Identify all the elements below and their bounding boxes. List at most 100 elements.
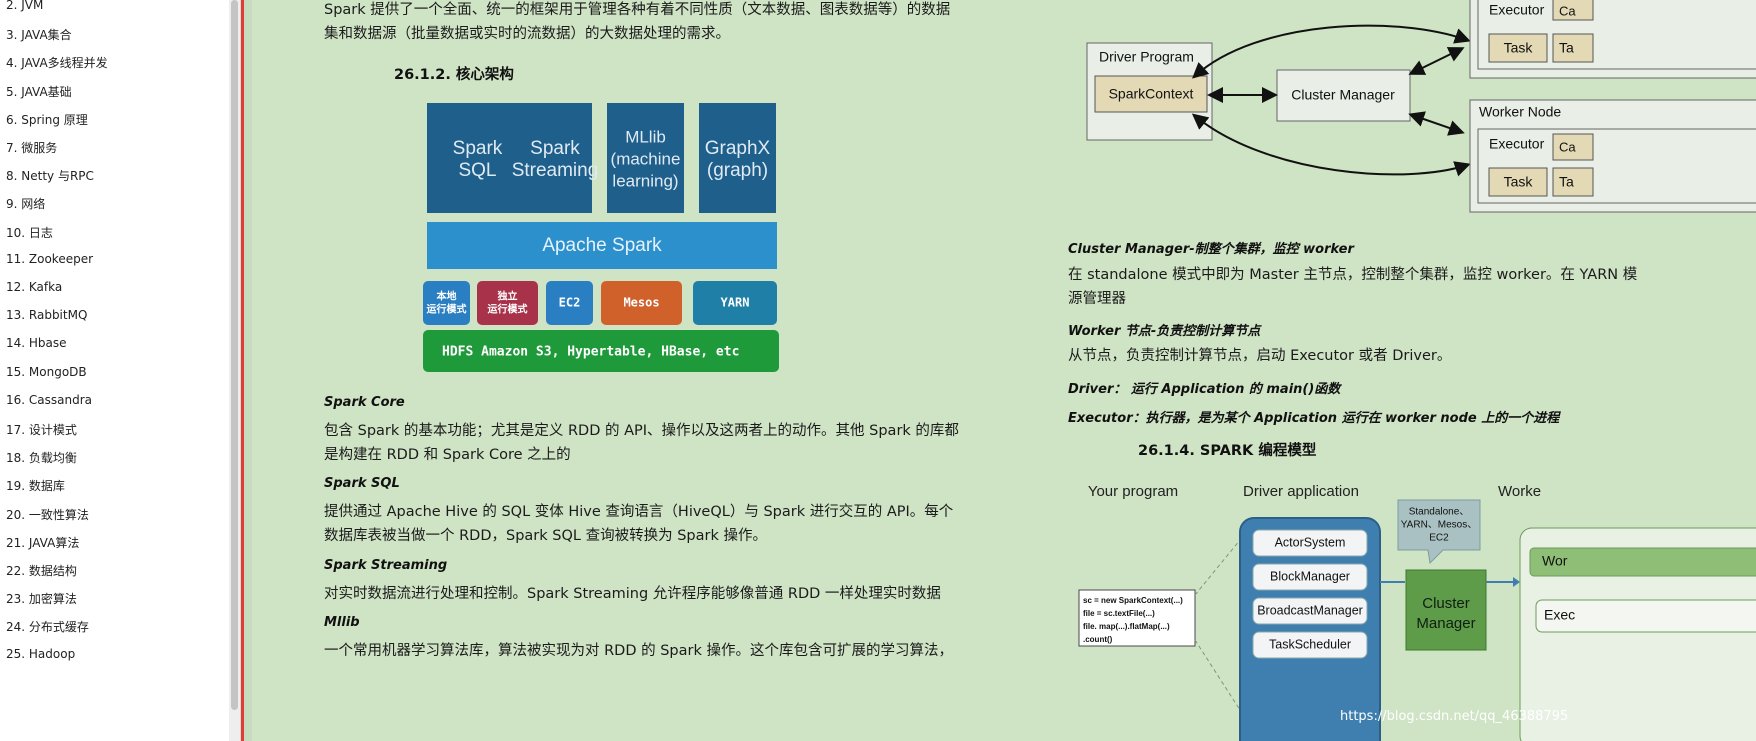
toc-item[interactable]: 15. MongoDB (6, 365, 87, 379)
arrow-head (1513, 577, 1520, 587)
scheduler-label: 独立 (498, 290, 518, 303)
code-line: file = sc.textFile(...) (1083, 609, 1155, 618)
toc-item[interactable]: 2. JVM (6, 0, 43, 12)
toc-item[interactable]: 4. JAVA多线程并发 (6, 54, 108, 71)
worker-node-label: Worker Node (1479, 104, 1561, 120)
driver-line: Driver： 运行 Application 的 main()函数 (1068, 382, 1341, 397)
intro-line-2: 集和数据源（批量数据或实时的流数据）的大数据处理的需求。 (324, 26, 730, 42)
storage-label: HDFS Amazon S3, Hypertable, HBase, etc (442, 345, 739, 360)
mllib-title: Mllib (324, 615, 360, 630)
task-label: Task (1504, 174, 1534, 190)
arrow (1408, 111, 1465, 136)
code-line: file. map(...).flatMap(...) (1083, 622, 1170, 631)
cluster-manager-label: Manager (1416, 615, 1475, 632)
stack-box-label: MLlib (625, 127, 666, 146)
executor-label: Executor (1489, 2, 1545, 18)
cluster-manager-title: Cluster Manager-制整个集群，监控 worker (1068, 242, 1354, 257)
toc-item[interactable]: 18. 负载均衡 (6, 449, 77, 466)
cluster-manager-line-1: 在 standalone 模式中即为 Master 主节点，控制整个集群，监控 … (1068, 267, 1638, 283)
intro-line-1: Spark 提供了一个全面、统一的框架用于管理各种有着不同性质（文本数据、图表数… (324, 2, 951, 18)
driver-component-label: BroadcastManager (1257, 603, 1363, 617)
scheduler-label: 运行模式 (488, 303, 528, 316)
toc-item[interactable]: 21. JAVA算法 (6, 534, 79, 551)
connector (1194, 639, 1241, 711)
apache-spark-label: Apache Spark (542, 235, 662, 256)
worker-item-label: Wor (1542, 553, 1568, 569)
scheduler-label: YARN (721, 296, 750, 310)
driver-component-label: BlockManager (1270, 569, 1350, 583)
cache-label: Ca (1559, 3, 1576, 18)
toc-item[interactable]: 23. 加密算法 (6, 590, 77, 607)
column-header: Worke (1498, 483, 1541, 500)
programming-model-figure: Your program Driver application Worke sc = … (1078, 483, 1756, 741)
toc-item[interactable]: 11. Zookeeper (6, 252, 93, 266)
stack-box-label: (machine (611, 149, 681, 168)
mllib-line-1: 一个常用机器学习算法库，算法被实现为对 RDD 的 Spark 操作。这个库包含… (324, 643, 953, 659)
driver-component-label: TaskScheduler (1269, 637, 1351, 651)
scheduler-label: 本地 (437, 290, 457, 303)
cluster-manager-label: Cluster Manager (1291, 87, 1395, 103)
stack-box-label: (graph) (707, 160, 768, 181)
stack-box-label: learning) (612, 171, 678, 190)
stack-box-label: Streaming (512, 160, 599, 181)
spark-streaming-title: Spark Streaming (324, 558, 448, 573)
spark-core-title: Spark Core (324, 395, 405, 410)
toc-item[interactable]: 8. Netty 与RPC (6, 167, 94, 184)
toc-item[interactable]: 24. 分布式缓存 (6, 618, 89, 635)
note-label: YARN、Mesos、 (1401, 520, 1478, 531)
toc-item[interactable]: 5. JAVA基础 (6, 83, 72, 100)
document-page: Spark 提供了一个全面、统一的框架用于管理各种有着不同性质（文本数据、图表数… (252, 0, 1756, 741)
column-header: Driver application (1243, 483, 1359, 500)
toc-item[interactable]: 9. 网络 (6, 195, 45, 212)
arrow (1191, 113, 1471, 177)
task-label: Ta (1559, 40, 1574, 56)
task-label: Task (1504, 40, 1534, 56)
toc-item[interactable]: 19. 数据库 (6, 477, 65, 494)
toc-item[interactable]: 17. 设计模式 (6, 421, 77, 438)
sidebar-scrollbar-thumb[interactable] (231, 0, 238, 710)
note-label: EC2 (1429, 533, 1449, 544)
spark-context-label: SparkContext (1109, 86, 1194, 102)
connector (1194, 539, 1241, 596)
toc-item[interactable]: 13. RabbitMQ (6, 308, 87, 322)
toc-item[interactable]: 14. Hbase (6, 336, 67, 350)
arrow (1408, 47, 1465, 75)
toc-item[interactable]: 7. 微服务 (6, 139, 57, 156)
cluster-manager-line-2: 源管理器 (1068, 291, 1126, 307)
toc-item[interactable]: 20. 一致性算法 (6, 506, 89, 523)
driver-component-label: ActorSystem (1275, 535, 1346, 549)
toc-item[interactable]: 6. Spring 原理 (6, 111, 88, 128)
toc-sidebar: 2. JVM 3. JAVA集合 4. JAVA多线程并发 5. JAVA基础 6. S… (0, 0, 229, 741)
toc-item[interactable]: 25. Hadoop (6, 647, 75, 661)
spark-core-line-1: 包含 Spark 的基本功能；尤其是定义 RDD 的 API、操作以及这两者上的… (324, 423, 959, 439)
spark-sql-title: Spark SQL (324, 476, 400, 491)
column-header: Your program (1088, 483, 1178, 500)
cache-label: Ca (1559, 139, 1576, 154)
arrow (1192, 24, 1471, 79)
watermark-text: https://blog.csdn.net/qq_46388795 (1340, 709, 1569, 724)
note-label: Standalone、 (1409, 507, 1470, 518)
scheduler-box (423, 281, 470, 325)
stack-box-label: SQL (458, 160, 496, 181)
toc-item[interactable]: 22. 数据结构 (6, 562, 77, 579)
cluster-manager-label: Cluster (1422, 595, 1470, 612)
stack-box-label: GraphX (705, 138, 771, 159)
heading-core-architecture: 26.1.2. 核心架构 (394, 67, 514, 83)
spark-core-line-2: 是构建在 RDD 和 Spark Core 之上的 (324, 447, 571, 463)
scheduler-label: EC2 (559, 296, 581, 310)
spark-stack-figure: SparkSQLSparkStreamingMLlib(machinelearn… (423, 103, 779, 372)
toc-item[interactable]: 3. JAVA集合 (6, 26, 72, 43)
toc-item[interactable]: 12. Kafka (6, 280, 62, 294)
stack-box-label: Spark (453, 138, 503, 159)
heading-programming-model: 26.1.4. SPARK 编程模型 (1138, 443, 1317, 459)
spark-sql-line-2: 数据库表被当做一个 RDD，Spark SQL 查询被转换为 Spark 操作。 (324, 528, 767, 544)
toc-item[interactable]: 16. Cassandra (6, 393, 92, 407)
executor-label: Executor (1489, 136, 1545, 152)
cluster-diagram: Driver Program SparkContext Cluster Manage… (1086, 0, 1756, 213)
toc-item[interactable]: 10. 日志 (6, 224, 53, 241)
scheduler-box (477, 281, 538, 325)
task-label: Ta (1559, 174, 1574, 190)
code-line: .count() (1083, 635, 1113, 644)
worker-item-label: Exec (1544, 607, 1575, 623)
stack-box-label: Spark (530, 138, 580, 159)
